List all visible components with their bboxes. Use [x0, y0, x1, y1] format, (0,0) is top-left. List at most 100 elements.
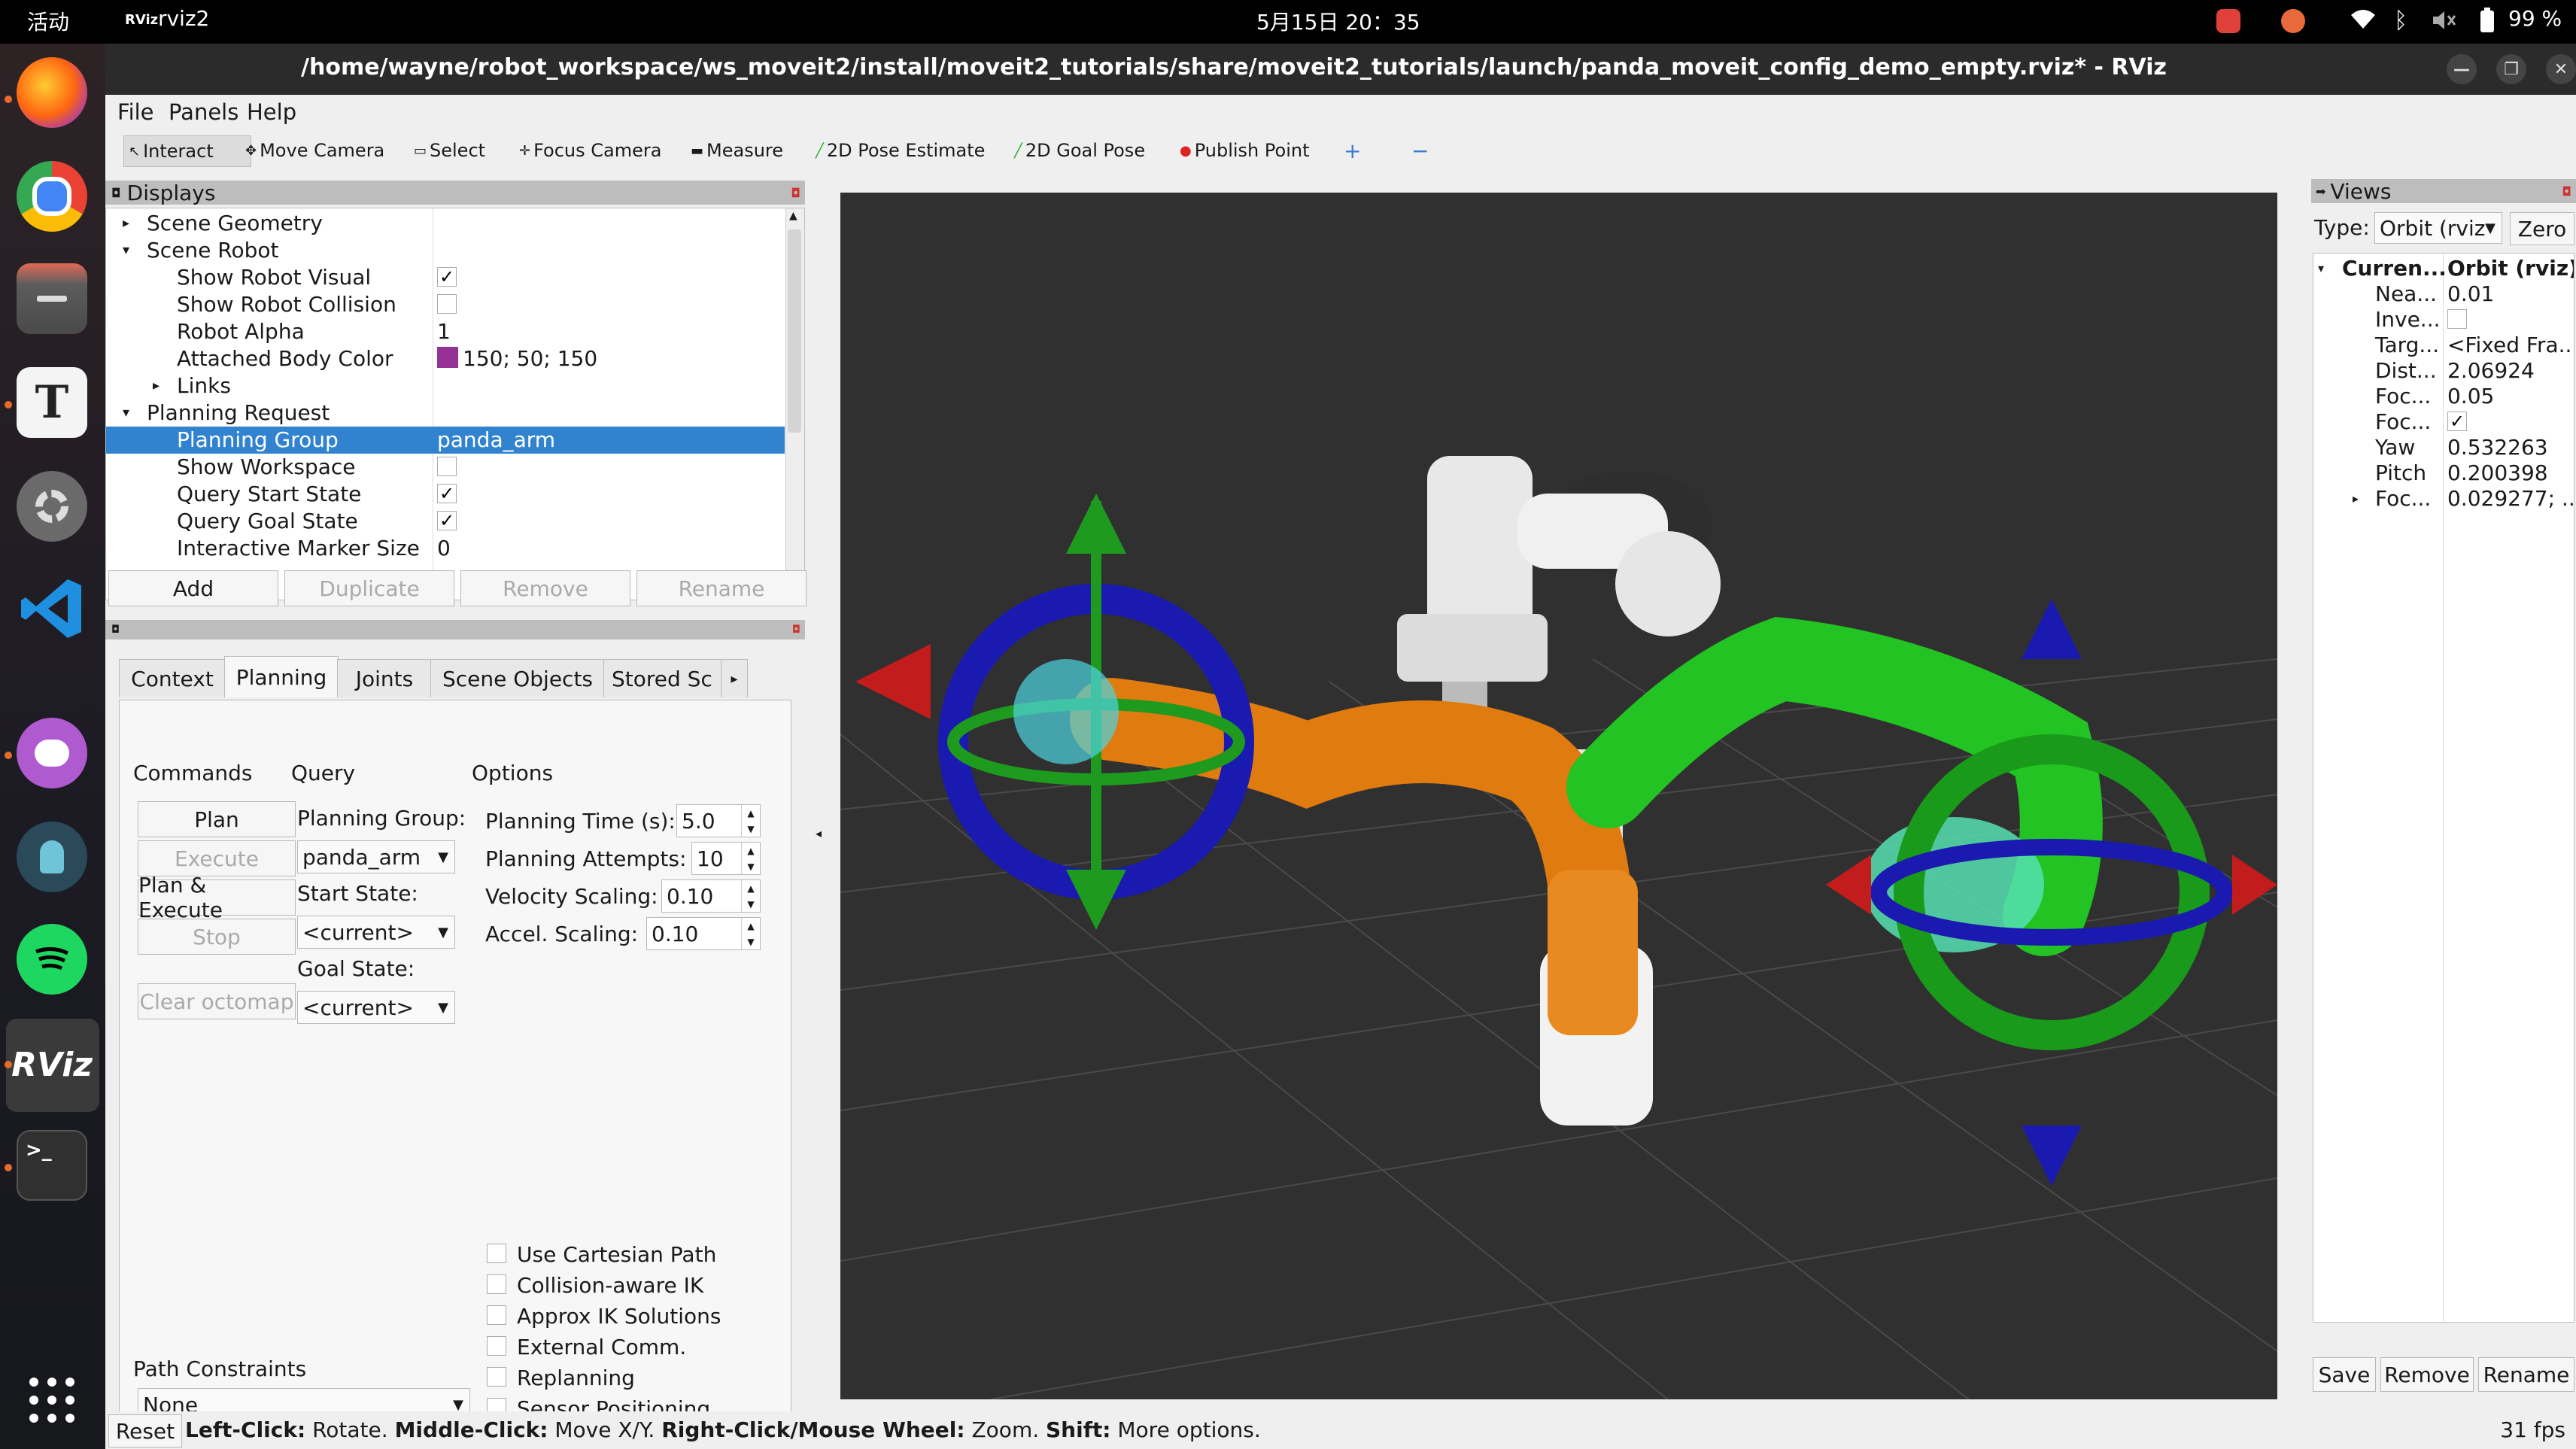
tool-2d-goal-pose[interactable]: ╱ 2D Goal Pose: [1010, 135, 1150, 166]
duplicate-display-button[interactable]: Duplicate: [284, 570, 454, 606]
text-editor-icon[interactable]: T: [17, 367, 87, 438]
spin-arrows-icon[interactable]: ▲ ▼: [741, 880, 760, 912]
accel-scaling-spinbox[interactable]: 0.10 ▲ ▼: [646, 917, 761, 950]
motion-planning-panel-header[interactable]: ◘ ◘: [105, 620, 805, 639]
vscode-icon[interactable]: [17, 573, 87, 644]
menu-file[interactable]: File: [117, 99, 154, 125]
spin-arrows-icon[interactable]: ▲ ▼: [741, 918, 760, 949]
tool-select[interactable]: ▭ Select: [409, 135, 490, 166]
rename-display-button[interactable]: Rename: [636, 570, 807, 606]
bluetooth-icon[interactable]: ᛒ: [2394, 8, 2407, 34]
view-prop-target-frame[interactable]: Targ... <Fixed Fra...: [2313, 332, 2574, 359]
view-prop-near-clip[interactable]: Nea... 0.01: [2313, 281, 2574, 308]
planning-group-value[interactable]: panda_arm: [437, 427, 555, 454]
octopus-app-icon[interactable]: [17, 822, 87, 892]
replanning-checkbox[interactable]: Replanning: [487, 1365, 635, 1390]
marker-size-value[interactable]: 0: [437, 535, 451, 562]
clear-octomap-button[interactable]: Clear octomap: [138, 983, 296, 1019]
minimize-button[interactable]: —: [2447, 54, 2477, 84]
checkbox-box[interactable]: [487, 1335, 506, 1356]
remove-display-button[interactable]: Remove: [460, 570, 630, 606]
tool-focus-camera[interactable]: ✛ Focus Camera: [515, 135, 666, 166]
chrome-icon[interactable]: [17, 161, 87, 232]
tree-row-attached-body-color[interactable]: Attached Body Color 150; 50; 150: [106, 345, 804, 372]
menu-panels[interactable]: Panels: [169, 99, 238, 125]
tray-app-icon[interactable]: [2216, 9, 2240, 33]
plan-and-execute-button[interactable]: Plan & Execute: [138, 873, 296, 922]
volume-muted-icon[interactable]: [2432, 9, 2457, 37]
tool-publish-point[interactable]: ● Publish Point: [1175, 135, 1314, 166]
planning-attempts-spinbox[interactable]: 10 ▲ ▼: [691, 842, 761, 875]
collapsed-arrow-icon[interactable]: ▸: [153, 372, 159, 399]
tab-context[interactable]: Context: [119, 659, 226, 697]
collapsed-arrow-icon[interactable]: ▸: [123, 210, 129, 237]
external-comm-checkbox[interactable]: External Comm.: [487, 1335, 686, 1359]
tree-row-show-workspace[interactable]: Show Workspace: [106, 454, 804, 481]
displays-panel-header[interactable]: ◘ Displays ◘: [105, 181, 805, 205]
tab-stored-scenes[interactable]: Stored Sc: [603, 659, 725, 697]
settings-gear-icon[interactable]: [17, 471, 87, 542]
show-apps-grid-icon[interactable]: [17, 1365, 87, 1435]
view-prop-focal-size[interactable]: Foc... 0.05: [2313, 383, 2574, 410]
velocity-scaling-spinbox[interactable]: 0.10 ▲ ▼: [661, 879, 761, 913]
collapsed-arrow-icon[interactable]: ▸: [2353, 485, 2359, 512]
collision-aware-ik-checkbox[interactable]: Collision-aware IK: [487, 1273, 703, 1298]
start-state-combo[interactable]: <current> ▼: [297, 916, 455, 949]
spotify-icon[interactable]: [17, 924, 87, 995]
scroll-up-icon[interactable]: ▲: [789, 210, 797, 222]
view-prop-focal-point[interactable]: ▸ Foc... 0.029277; ...: [2313, 485, 2574, 512]
tree-row-scene-geometry[interactable]: ▸ Scene Geometry: [106, 210, 804, 237]
add-display-button[interactable]: Add: [108, 570, 278, 606]
checkbox-box[interactable]: [487, 1366, 506, 1387]
view-prop-focal-shape[interactable]: Foc... ✓: [2313, 409, 2574, 436]
tab-planning[interactable]: Planning: [224, 656, 339, 697]
clock[interactable]: 5月15日 20：35: [1256, 6, 1420, 36]
expanded-arrow-icon[interactable]: ▾: [2318, 255, 2324, 282]
spin-arrows-icon[interactable]: ▲ ▼: [741, 843, 760, 874]
rename-view-button[interactable]: Rename: [2478, 1357, 2574, 1392]
zero-view-button[interactable]: Zero: [2510, 212, 2574, 245]
query-start-state-checkbox[interactable]: ✓: [437, 484, 457, 503]
collapse-left-panel-icon[interactable]: ◂: [816, 826, 822, 840]
checkbox-box[interactable]: [487, 1274, 506, 1294]
tab-joints[interactable]: Joints: [337, 659, 432, 697]
menu-help[interactable]: Help: [247, 99, 296, 125]
focal-shape-checkbox[interactable]: ✓: [2447, 412, 2467, 431]
tree-row-query-goal-state[interactable]: Query Goal State ✓: [106, 508, 804, 535]
maximize-button[interactable]: ❐: [2496, 54, 2526, 84]
show-robot-collision-checkbox[interactable]: [437, 294, 457, 314]
add-tool-icon[interactable]: +: [1339, 135, 1365, 166]
tree-row-show-robot-visual[interactable]: Show Robot Visual ✓: [106, 264, 804, 291]
close-panel-icon[interactable]: ◘: [792, 624, 800, 636]
3d-render-viewport[interactable]: [840, 193, 2277, 1399]
robot-alpha-value[interactable]: 1: [437, 318, 451, 345]
remove-tool-icon[interactable]: −: [1407, 135, 1433, 166]
checkbox-box[interactable]: [487, 1243, 506, 1263]
tree-row-scene-robot[interactable]: ▾ Scene Robot: [106, 237, 804, 264]
displays-scrollbar[interactable]: ▲ ▼: [785, 208, 804, 600]
view-type-combo[interactable]: Orbit (rviz ▼: [2374, 212, 2502, 244]
close-button[interactable]: ✕: [2546, 54, 2576, 84]
current-view-row[interactable]: ▾ Curren... Orbit (rviz): [2313, 255, 2574, 282]
reset-button[interactable]: Reset: [108, 1414, 182, 1447]
tab-scroll-right-icon[interactable]: ▸: [721, 659, 748, 697]
approx-ik-checkbox[interactable]: Approx IK Solutions: [487, 1304, 721, 1329]
spin-arrows-icon[interactable]: ▲ ▼: [741, 805, 760, 837]
tree-row-show-robot-collision[interactable]: Show Robot Collision: [106, 291, 804, 318]
save-view-button[interactable]: Save: [2313, 1357, 2376, 1392]
execute-button[interactable]: Execute: [138, 840, 296, 876]
view-prop-distance[interactable]: Dist... 2.06924: [2313, 357, 2574, 384]
tree-row-query-start-state[interactable]: Query Start State ✓: [106, 481, 804, 508]
activities-button[interactable]: 活动: [27, 6, 69, 36]
views-panel-header[interactable]: ➡ Views ◘: [2311, 179, 2576, 204]
tray-cat-icon[interactable]: [2281, 9, 2305, 33]
firefox-icon[interactable]: [17, 57, 87, 128]
files-icon[interactable]: [17, 263, 87, 334]
tree-row-links[interactable]: ▸ Links: [106, 372, 804, 399]
invert-checkbox[interactable]: [2447, 309, 2467, 329]
tool-2d-pose-estimate[interactable]: ╱ 2D Pose Estimate: [811, 135, 989, 166]
cat-app-icon[interactable]: [17, 718, 87, 788]
window-titlebar[interactable]: /home/wayne/robot_workspace/ws_moveit2/i…: [105, 44, 2576, 95]
expanded-arrow-icon[interactable]: ▾: [123, 399, 129, 427]
wifi-icon[interactable]: [2350, 8, 2376, 35]
